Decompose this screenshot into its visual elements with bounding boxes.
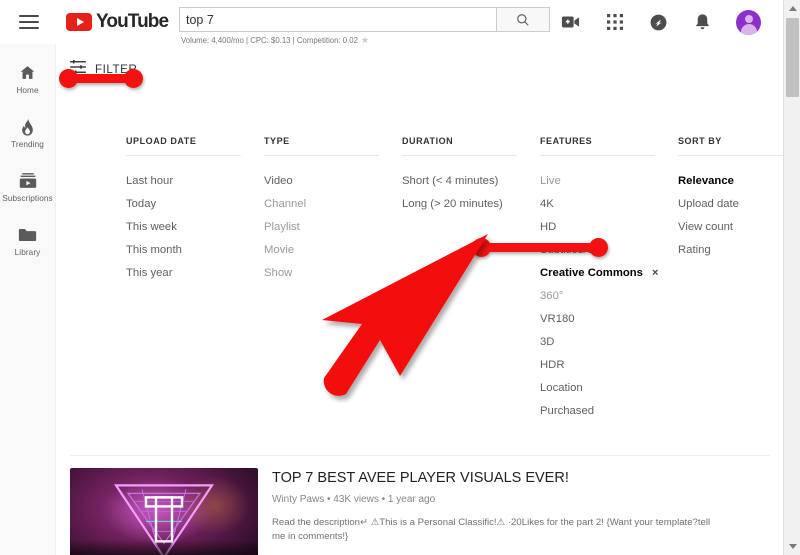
sort-option-upload-date[interactable]: Upload date	[678, 192, 739, 215]
filter-option-last-hour[interactable]: Last hour	[126, 169, 173, 192]
main-content: FILTER UPLOAD DATE Last hour Today This …	[56, 44, 793, 555]
filter-option-hd[interactable]: HD	[540, 215, 556, 238]
sort-option-relevance[interactable]: Relevance	[678, 169, 734, 192]
column-divider	[540, 155, 655, 156]
sidebar-item-trending[interactable]: Trending	[0, 106, 55, 160]
filter-option-this-month[interactable]: This month	[126, 238, 182, 261]
filter-option-360[interactable]: 360°	[540, 284, 563, 307]
filter-column-type: TYPE Video Channel Playlist Movie Show	[264, 136, 402, 422]
apps-grid-icon[interactable]	[604, 12, 625, 33]
filter-option-this-year[interactable]: This year	[126, 261, 172, 284]
filter-bar: FILTER	[56, 44, 783, 79]
hamburger-menu-icon[interactable]	[19, 15, 39, 29]
video-title[interactable]: TOP 7 BEST AVEE PLAYER VISUALS EVER!	[272, 469, 776, 487]
filter-option-hdr[interactable]: HDR	[540, 353, 564, 376]
search-input[interactable]	[179, 7, 496, 32]
filter-columns: UPLOAD DATE Last hour Today This week Th…	[126, 136, 800, 422]
column-divider	[264, 155, 379, 156]
results-divider	[70, 455, 770, 456]
filter-option-purchased[interactable]: Purchased	[540, 399, 594, 422]
filter-option-channel[interactable]: Channel	[264, 192, 306, 215]
filter-column-duration: DURATION Short (< 4 minutes) Long (> 20 …	[402, 136, 540, 422]
sort-option-view-count[interactable]: View count	[678, 215, 733, 238]
video-info: TOP 7 BEST AVEE PLAYER VISUALS EVER! Win…	[272, 468, 776, 555]
search-icon	[517, 13, 529, 26]
sidebar-item-library[interactable]: Library	[0, 214, 55, 268]
sidebar-item-subscriptions[interactable]: Subscriptions	[0, 160, 55, 214]
filter-option-creative-commons-label: Creative Commons	[540, 266, 643, 279]
filter-option-movie[interactable]: Movie	[264, 238, 294, 261]
thumbnail-crowd	[70, 540, 258, 555]
user-avatar[interactable]	[736, 9, 761, 35]
sort-option-rating[interactable]: Rating	[678, 238, 711, 261]
messages-icon[interactable]	[648, 12, 669, 33]
keyword-metrics-text: Volume: 4,400/mo | CPC: $0.13 | Competit…	[181, 36, 358, 45]
header-icon-group	[560, 0, 761, 44]
filter-option-vr180[interactable]: VR180	[540, 307, 575, 330]
scroll-down-arrow-icon[interactable]	[784, 538, 800, 555]
subscriptions-icon	[19, 171, 37, 190]
filter-header-sort-by: SORT BY	[678, 136, 722, 146]
sidebar-label-library: Library	[14, 248, 41, 257]
home-icon	[19, 63, 36, 82]
sidebar-label-trending: Trending	[11, 140, 44, 149]
sidebar-item-home[interactable]: Home	[0, 52, 55, 106]
column-divider	[126, 155, 241, 156]
video-meta: Winty Paws • 43K views • 1 year ago	[272, 494, 436, 505]
filter-option-this-week[interactable]: This week	[126, 215, 177, 238]
red-underline-creative-commons	[472, 238, 608, 257]
search-button[interactable]	[496, 7, 550, 32]
filter-option-show[interactable]: Show	[264, 261, 292, 284]
search-area: Volume: 4,400/mo | CPC: $0.13 | Competit…	[179, 7, 550, 46]
left-sidebar: Home Trending Subscriptions Library	[0, 44, 56, 555]
keyword-metrics: Volume: 4,400/mo | CPC: $0.13 | Competit…	[181, 35, 550, 46]
filter-header-upload-date: UPLOAD DATE	[126, 136, 197, 146]
red-underline-filter	[59, 69, 143, 88]
top-header: YouTube Volume: 4,400/mo | CPC: $0.13 | …	[0, 0, 783, 46]
filter-option-today[interactable]: Today	[126, 192, 156, 215]
column-divider	[678, 155, 793, 156]
filter-option-live[interactable]: Live	[540, 169, 561, 192]
youtube-play-icon	[66, 13, 92, 31]
create-video-icon[interactable]	[560, 12, 581, 33]
filter-option-location[interactable]: Location	[540, 376, 583, 399]
scroll-up-arrow-icon[interactable]	[784, 0, 800, 17]
sidebar-label-subscriptions: Subscriptions	[2, 194, 53, 203]
youtube-logo[interactable]: YouTube	[66, 11, 169, 33]
filter-header-features: FEATURES	[540, 136, 593, 146]
column-divider	[402, 155, 517, 156]
filter-header-type: TYPE	[264, 136, 290, 146]
search-box	[179, 7, 550, 32]
youtube-search-page: YouTube Volume: 4,400/mo | CPC: $0.13 | …	[0, 0, 800, 555]
trending-flame-icon	[20, 117, 35, 136]
library-folder-icon	[18, 225, 37, 244]
search-results-list: 1:47 TOP 7 BEST AVEE PLAYER VISUALS EVER…	[70, 468, 776, 555]
filter-option-short[interactable]: Short (< 4 minutes)	[402, 169, 498, 192]
scrollbar-thumb[interactable]	[786, 18, 799, 97]
youtube-logo-text: YouTube	[96, 11, 169, 32]
star-icon[interactable]: ★	[361, 35, 369, 46]
sidebar-label-home: Home	[16, 86, 39, 95]
close-icon[interactable]: ×	[652, 267, 658, 279]
result-item-1: 1:47 TOP 7 BEST AVEE PLAYER VISUALS EVER…	[70, 468, 776, 555]
filter-option-3d[interactable]: 3D	[540, 330, 554, 353]
filter-option-playlist[interactable]: Playlist	[264, 215, 300, 238]
page-scrollbar[interactable]	[783, 0, 800, 555]
filter-option-4k[interactable]: 4K	[540, 192, 554, 215]
filter-option-video[interactable]: Video	[264, 169, 293, 192]
notifications-bell-icon[interactable]	[692, 12, 713, 33]
filter-column-features: FEATURES Live 4K HD Subtitles/CC Creativ…	[540, 136, 678, 422]
filter-option-creative-commons[interactable]: Creative Commons ×	[540, 261, 658, 284]
filter-column-upload-date: UPLOAD DATE Last hour Today This week Th…	[126, 136, 264, 422]
video-thumbnail[interactable]: 1:47	[70, 468, 258, 555]
filter-header-duration: DURATION	[402, 136, 454, 146]
filter-column-sort-by: SORT BY Relevance Upload date View count…	[678, 136, 798, 422]
filter-option-long[interactable]: Long (> 20 minutes)	[402, 192, 503, 215]
video-description: Read the description↵ ⚠This is a Persona…	[272, 517, 711, 542]
